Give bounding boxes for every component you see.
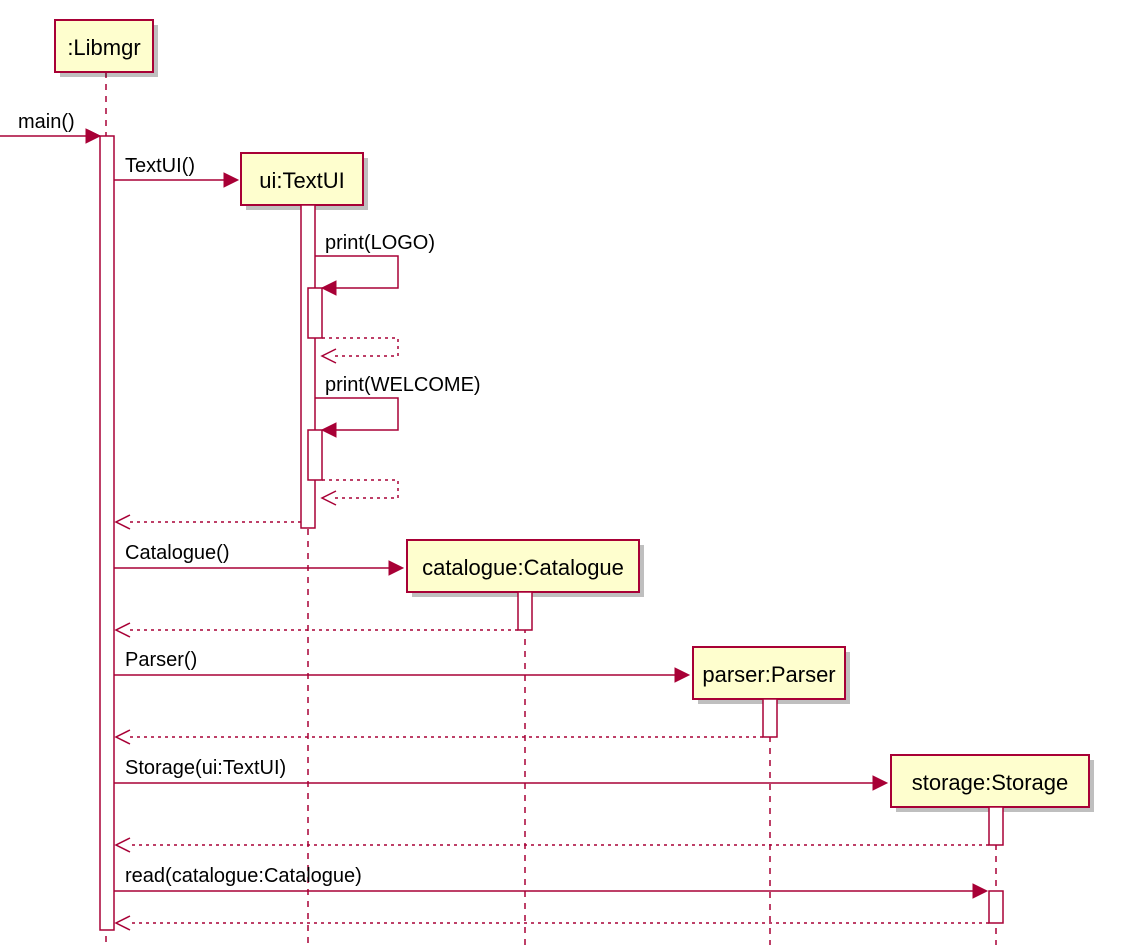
msg-textui-label: TextUI() bbox=[125, 155, 195, 177]
return-print-logo bbox=[322, 338, 398, 356]
activation-storage-ctor bbox=[989, 807, 1003, 845]
participant-storage-label: storage:Storage bbox=[912, 770, 1069, 795]
participant-textui-label: ui:TextUI bbox=[259, 168, 345, 193]
participant-storage: storage:Storage bbox=[891, 755, 1094, 812]
msg-print-logo bbox=[315, 256, 398, 288]
msg-read-label: read(catalogue:Catalogue) bbox=[125, 865, 362, 887]
msg-print-welcome-label: print(WELCOME) bbox=[325, 374, 481, 396]
sequence-diagram: :Libmgr main() TextUI() ui:TextUI print(… bbox=[0, 0, 1122, 945]
activation-print-logo bbox=[308, 288, 322, 338]
msg-print-welcome bbox=[315, 398, 398, 430]
participant-catalogue-label: catalogue:Catalogue bbox=[422, 555, 624, 580]
return-print-welcome bbox=[322, 480, 398, 498]
msg-print-logo-label: print(LOGO) bbox=[325, 232, 435, 254]
activation-catalogue bbox=[518, 592, 532, 630]
msg-catalogue-label: Catalogue() bbox=[125, 542, 230, 564]
activation-libmgr bbox=[100, 136, 114, 930]
participant-libmgr-label: :Libmgr bbox=[67, 35, 140, 60]
msg-storage-label: Storage(ui:TextUI) bbox=[125, 757, 286, 779]
participant-catalogue: catalogue:Catalogue bbox=[407, 540, 644, 597]
participant-libmgr: :Libmgr bbox=[55, 20, 158, 77]
participant-parser: parser:Parser bbox=[693, 647, 850, 704]
activation-storage-read bbox=[989, 891, 1003, 923]
msg-main-label: main() bbox=[18, 111, 75, 133]
participant-parser-label: parser:Parser bbox=[702, 662, 835, 687]
participant-textui: ui:TextUI bbox=[241, 153, 368, 210]
msg-parser-label: Parser() bbox=[125, 649, 197, 671]
activation-parser bbox=[763, 699, 777, 737]
activation-print-welcome bbox=[308, 430, 322, 480]
